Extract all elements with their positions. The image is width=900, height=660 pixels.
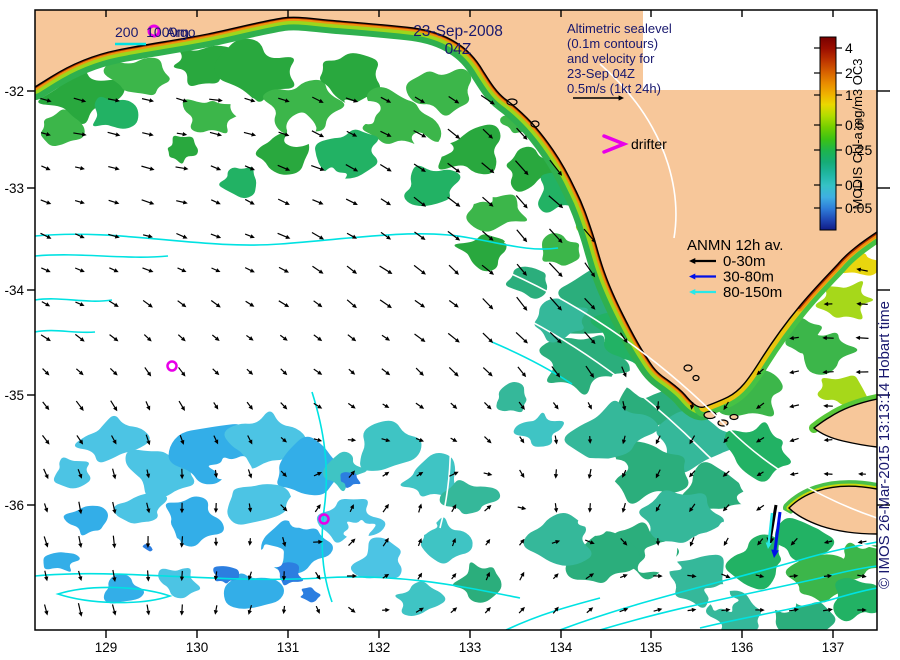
anmn-item-label: 0-30m [723, 253, 766, 270]
y-tick-label: -32 [4, 84, 24, 99]
y-tick-label: -34 [4, 283, 24, 298]
x-tick-label: 132 [368, 640, 391, 655]
date-title-line2: 04Z [445, 41, 472, 58]
island [729, 413, 739, 421]
x-tick-label: 135 [640, 640, 663, 655]
anmn-item-label: 80-150m [723, 284, 782, 301]
drifter-legend-label: drifter [631, 136, 667, 152]
colorbar-tick-label: 0.1 [845, 177, 865, 193]
colorbar-tick-label: 4 [845, 40, 853, 56]
x-tick-label: 137 [822, 640, 845, 655]
credit-text: © IMOS 26-Mar-2015 13:13:14 Hobart time [876, 301, 893, 589]
info-line-2: (0.1m contours) [567, 36, 658, 51]
x-tick-label: 136 [731, 640, 754, 655]
date-title-line1: 23-Sep-2008 [413, 23, 503, 40]
info-line-4: 23-Sep 04Z [567, 66, 635, 81]
x-tick-label: 130 [186, 640, 209, 655]
info-line-5: 0.5m/s (1kt 24h) [567, 81, 661, 96]
y-tick-label: -36 [4, 498, 24, 513]
info-line-1: Altimetric sealevel [567, 21, 672, 36]
anmn-legend-title: ANMN 12h av. [687, 237, 783, 254]
x-tick-label: 131 [277, 640, 300, 655]
colorbar-tick-label: 0.05 [845, 200, 872, 216]
oceanographic-map-figure: 129 130 131 132 133 134 135 136 137 -32 -33 -34 -35 -… [0, 0, 900, 660]
x-tick-label: 129 [95, 640, 118, 655]
map-canvas: 129 130 131 132 133 134 135 136 137 -32 -33 -34 -35 -… [4, 9, 893, 655]
colorbar-tick-label: 0.5 [845, 117, 865, 133]
anmn-item-label: 30-80m [723, 269, 774, 286]
y-tick-label: -33 [4, 181, 24, 196]
info-line-3: and velocity for [567, 51, 655, 66]
x-tick-label: 133 [459, 640, 482, 655]
argo-legend-label: Argo [166, 24, 196, 40]
colorbar-tick-label: 0.25 [845, 142, 872, 158]
y-tick-label: -35 [4, 388, 24, 403]
x-tick-label: 134 [550, 640, 573, 655]
island [683, 364, 693, 372]
colorbar-tick-label: 2 [845, 65, 853, 81]
island [692, 374, 700, 382]
colorbar-tick-label: 1 [845, 87, 853, 103]
colorbar-gradient-bar [819, 36, 837, 231]
